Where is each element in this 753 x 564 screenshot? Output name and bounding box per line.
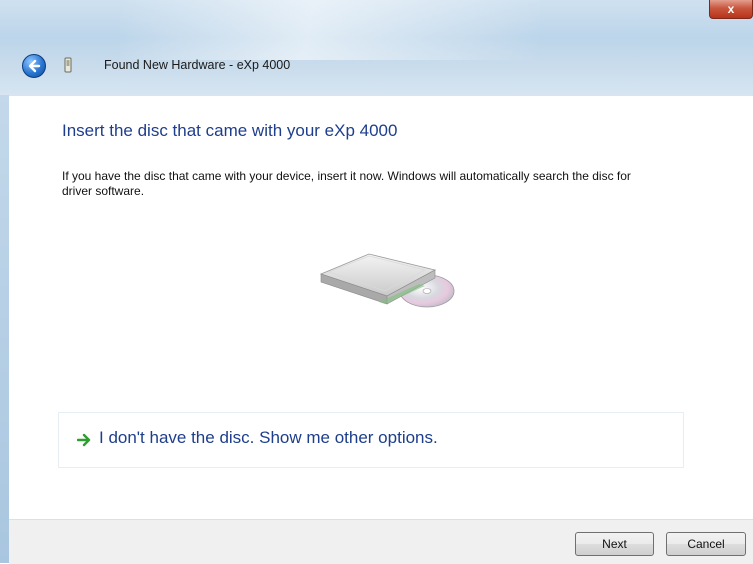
window-title: Found New Hardware - eXp 4000 xyxy=(104,58,291,72)
page-heading: Insert the disc that came with your eXp … xyxy=(62,121,398,140)
cancel-button[interactable]: Cancel xyxy=(666,532,746,556)
no-disc-option-label: I don't have the disc. Show me other opt… xyxy=(99,428,438,447)
back-arrow-icon xyxy=(28,59,41,73)
wizard-content: Insert the disc that came with your eXp … xyxy=(9,95,753,520)
no-disc-option[interactable]: I don't have the disc. Show me other opt… xyxy=(58,412,684,468)
close-button[interactable]: x xyxy=(709,0,753,19)
window-frame-left xyxy=(0,95,9,563)
hardware-device-icon xyxy=(64,57,72,73)
page-description: If you have the disc that came with your… xyxy=(62,169,631,198)
wizard-footer: Next Cancel xyxy=(9,519,753,564)
green-arrow-icon xyxy=(77,433,91,447)
close-icon: x xyxy=(727,2,735,16)
optical-drive-disc-icon xyxy=(319,253,455,308)
window-title-bar xyxy=(0,0,753,95)
next-button[interactable]: Next xyxy=(575,532,654,556)
back-button[interactable] xyxy=(22,54,46,78)
